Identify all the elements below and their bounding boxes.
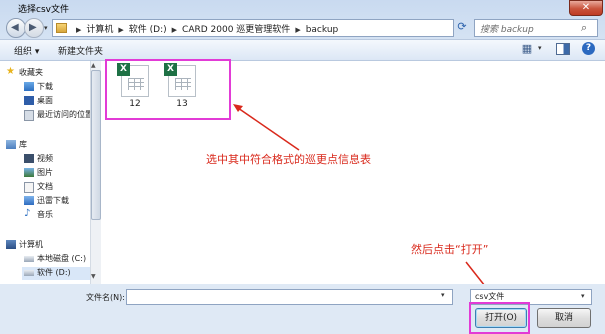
annotation-open-hint: 然后点击“打开”	[411, 243, 489, 256]
file-open-dialog: 选择csv文件 ✕ ◀ ▶ ▾ ▶ 计算机 ▶ 软件 (D:) ▶ CARD 2000 巡…	[0, 0, 605, 334]
filename-label: 文件名(N):	[86, 293, 125, 302]
filename-field[interactable]	[126, 289, 453, 305]
chevron-down-icon: ▾	[581, 292, 585, 300]
arrow-to-files	[237, 107, 300, 151]
file-type-value: csv文件	[475, 292, 505, 301]
annotation-select-hint: 选中其中符合格式的巡更点信息表	[206, 153, 371, 166]
filename-dropdown[interactable]: ▾	[441, 291, 445, 299]
cancel-button[interactable]: 取消	[537, 308, 591, 328]
open-button-highlight-box	[469, 302, 530, 334]
